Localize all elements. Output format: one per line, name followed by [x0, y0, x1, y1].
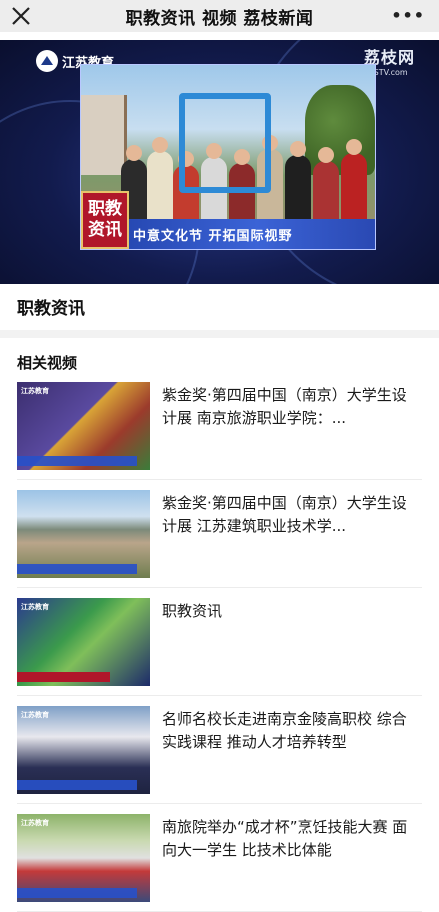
thumbnail-logo: 江苏教育 [21, 711, 49, 719]
list-item[interactable]: 江苏教育 紫金奖·第四届中国（南京）大学生设计展 南京旅游职业学院：... [17, 372, 422, 480]
thumbnail-caption-bar [17, 780, 137, 790]
video-title: 紫金奖·第四届中国（南京）大学生设计展 南京旅游职业学院：... [162, 386, 407, 427]
video-title: 紫金奖·第四届中国（南京）大学生设计展 江苏建筑职业技术学... [162, 494, 407, 535]
thumbnail-caption-bar [17, 888, 137, 898]
video-thumbnail: 江苏教育 [17, 382, 150, 470]
video-player[interactable]: 江苏教育 荔枝网 JSTV.com 中意文化节 开拓国际视野 职教资讯 [0, 40, 439, 284]
list-item[interactable]: 紫金奖·第四届中国（南京）大学生设计展 江苏建筑职业技术学... [17, 480, 422, 588]
close-icon[interactable] [10, 5, 32, 27]
thumbnail-logo: 江苏教育 [21, 819, 49, 827]
channel-logo-icon [36, 50, 58, 72]
more-options-icon[interactable]: ••• [391, 6, 425, 25]
video-title: 名师名校长走进南京金陵高职校 综合实践课程 推动人才培养转型 [162, 710, 407, 751]
list-item[interactable]: 江苏教育 名师名校长走进南京金陵高职校 综合实践课程 推动人才培养转型 [17, 696, 422, 804]
section-divider [0, 330, 439, 338]
video-thumbnail: 江苏教育 [17, 706, 150, 794]
list-item[interactable]: 江苏教育 南旅院举办“成才杯”烹饪技能大赛 面向大一学生 比技术比体能 [17, 804, 422, 912]
video-frame: 中意文化节 开拓国际视野 职教资讯 [80, 64, 376, 250]
program-tag-label: 职教资讯 [88, 199, 122, 240]
top-bar: 职教资讯 视频 荔枝新闻 ••• [0, 0, 439, 32]
video-thumbnail [17, 490, 150, 578]
list-item[interactable]: 江苏教育 职教资讯 [17, 588, 422, 696]
thumbnail-logo: 江苏教育 [21, 387, 49, 395]
background-building [81, 95, 127, 175]
thumbnail-caption-bar [17, 564, 137, 574]
program-tag: 职教资讯 [81, 191, 129, 249]
photo-frame-prop [179, 93, 271, 193]
section-title: 职教资讯 [17, 299, 85, 319]
video-title: 南旅院举办“成才杯”烹饪技能大赛 面向大一学生 比技术比体能 [162, 818, 408, 859]
thumbnail-logo: 江苏教育 [21, 603, 49, 611]
thumbnail-caption-bar [17, 672, 111, 682]
video-thumbnail: 江苏教育 [17, 598, 150, 686]
related-videos-heading: 相关视频 [17, 354, 78, 372]
video-title: 职教资讯 [162, 602, 223, 620]
video-thumbnail: 江苏教育 [17, 814, 150, 902]
thumbnail-caption-bar [17, 456, 137, 466]
page-title: 职教资讯 视频 荔枝新闻 [125, 8, 314, 29]
